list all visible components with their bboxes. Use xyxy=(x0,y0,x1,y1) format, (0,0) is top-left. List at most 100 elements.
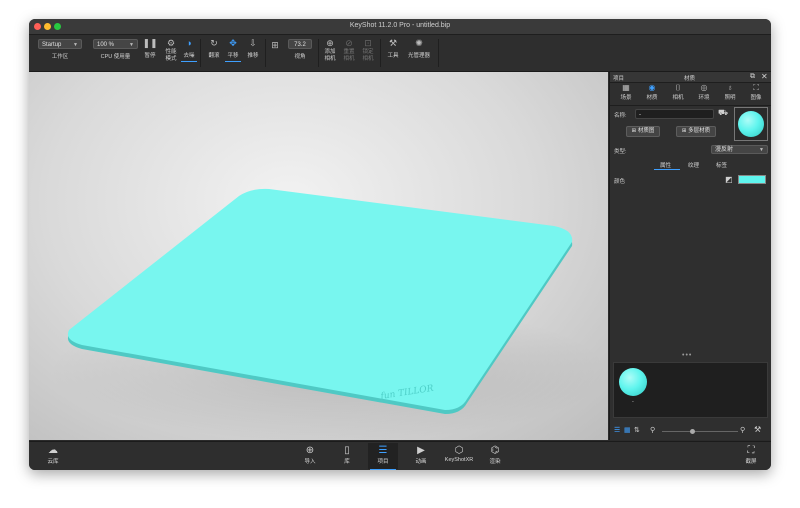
performance-mode-icon: ⚙ xyxy=(166,37,176,48)
render-label: 渲染 xyxy=(489,459,501,465)
material-name-input[interactable]: - xyxy=(635,109,714,119)
lock-camera-button[interactable]: ⊡ 锁定 相机 xyxy=(359,37,377,63)
dolly-button[interactable]: ⇩ 推移 xyxy=(245,37,261,60)
tab-environment[interactable]: ◎ 环境 xyxy=(691,83,717,101)
color-swatch[interactable] xyxy=(738,175,766,184)
import-label: 导入 xyxy=(304,459,316,465)
fov-icon: ⊞ xyxy=(271,39,279,50)
material-preview[interactable] xyxy=(734,107,768,141)
detach-icon[interactable]: ⧉ xyxy=(750,73,755,81)
render-viewport[interactable]: fun TILLOR xyxy=(29,72,608,440)
pan-button[interactable]: ✥ 平移 xyxy=(225,37,241,62)
multi-material-button[interactable]: ⊞ 多层材质 xyxy=(676,126,716,137)
add-camera-button[interactable]: ⊕ 添加 相机 xyxy=(321,37,339,63)
add-camera-label-1: 添加 xyxy=(324,49,336,55)
tab-textures[interactable]: 纹理 xyxy=(688,161,699,169)
tumble-button[interactable]: ↻ 翻滚 xyxy=(206,37,222,60)
toolbar-divider xyxy=(438,39,439,67)
material-icon: ◉ xyxy=(648,83,656,92)
tab-lighting[interactable]: ♁ 照明 xyxy=(717,83,743,101)
tools-icon[interactable]: ⚒ xyxy=(754,425,761,434)
lock-camera-label-1: 锁定 xyxy=(362,49,374,55)
project-button[interactable]: ☰ 项目 xyxy=(368,443,398,470)
denoise-icon: ◑ xyxy=(186,38,192,48)
workspace-select[interactable]: Startup ▼ xyxy=(38,39,82,49)
pause-button[interactable]: ❚❚ 暂停 xyxy=(142,37,157,60)
tab-image[interactable]: ⛶ 图像 xyxy=(743,83,769,101)
tools-button[interactable]: ⚒ 工具 xyxy=(385,37,401,60)
import-button[interactable]: ⊕ 导入 xyxy=(295,445,325,465)
grid-view-icon[interactable]: ▦ xyxy=(624,426,631,434)
tab-scene-label: 场景 xyxy=(620,95,632,101)
animation-button[interactable]: ▶ 动画 xyxy=(406,445,436,465)
tab-camera[interactable]: ⌷ 相机 xyxy=(665,83,691,101)
material-thumbnail[interactable] xyxy=(619,368,647,396)
material-graph-icon: ⊞ xyxy=(631,128,637,134)
tab-properties[interactable]: 属性 xyxy=(660,161,671,169)
reset-camera-label-2: 相机 xyxy=(343,56,355,62)
rotate-icon: ↻ xyxy=(210,37,218,48)
tumble-label: 翻滚 xyxy=(208,53,220,59)
pan-icon: ✥ xyxy=(229,37,237,48)
zoom-in-icon[interactable]: ⚲ xyxy=(740,426,745,434)
sort-icon[interactable]: ⇅ xyxy=(634,426,640,434)
material-graph-label: 材质图 xyxy=(637,128,655,134)
render-icon: ⌬ xyxy=(490,445,500,456)
cloud-icon: ☁ xyxy=(48,445,58,456)
panel-header-project: 项目 xyxy=(613,76,625,82)
pan-label: 平移 xyxy=(227,53,239,59)
fov-label: 视角 xyxy=(294,54,306,60)
material-library-grid: - xyxy=(613,362,768,418)
pause-label: 暂停 xyxy=(144,53,156,59)
type-label: 类型: xyxy=(614,149,627,155)
reset-camera-label-1: 重置 xyxy=(343,49,355,55)
library-button[interactable]: ▯ 库 xyxy=(332,445,362,465)
title-bar: KeyShot 11.2.0 Pro - untitled.bip xyxy=(29,19,771,35)
tab-scene[interactable]: ▦ 场景 xyxy=(613,83,639,101)
render-button[interactable]: ⌬ 渲染 xyxy=(480,445,510,465)
texture-map-icon[interactable]: ◩ xyxy=(725,175,733,184)
reset-camera-icon: ⊘ xyxy=(345,37,353,48)
material-graph-button[interactable]: ⊞ 材质图 xyxy=(626,126,660,137)
material-type-select[interactable]: 漫反射 ▼ xyxy=(711,145,768,154)
reset-camera-button[interactable]: ⊘ 重置 相机 xyxy=(340,37,358,63)
color-label: 颜色 xyxy=(614,179,626,185)
import-icon: ⊕ xyxy=(305,445,315,456)
workspace-label: 工作区 xyxy=(51,54,69,60)
screenshot-button[interactable]: ⛶ 截屏 xyxy=(736,445,766,465)
zoom-out-icon[interactable]: ⚲ xyxy=(650,426,655,434)
tab-lighting-label: 照明 xyxy=(724,95,736,101)
tab-material[interactable]: ◉ 材质 xyxy=(639,83,665,106)
light-manager-button[interactable]: ✺ 光管理器 xyxy=(404,37,434,60)
cpu-usage-select[interactable]: 100 % ▼ xyxy=(93,39,138,49)
list-view-icon[interactable]: ☰ xyxy=(614,426,620,434)
bottom-toolbar: ☁ 云库 ⊕ 导入 ▯ 库 ☰ 项目 ▶ 动画 ⬡ KeyShotXR ⌬ 渲染 xyxy=(29,441,771,470)
workspace-select-value: Startup xyxy=(42,42,62,48)
slider-handle[interactable] xyxy=(690,429,695,434)
toolbar-divider xyxy=(380,39,381,67)
keyshotxr-button[interactable]: ⬡ KeyShotXR xyxy=(442,445,476,463)
tab-camera-label: 相机 xyxy=(672,95,684,101)
keyshotxr-label: KeyShotXR xyxy=(444,457,474,463)
image-icon: ⛶ xyxy=(753,83,759,92)
material-thumbnail-label: - xyxy=(632,399,634,405)
divider xyxy=(610,105,771,106)
save-material-icon[interactable]: ⛟ xyxy=(718,108,728,118)
performance-mode-button[interactable]: ⚙ 性能 模式 xyxy=(161,37,181,63)
tab-labels[interactable]: 标签 xyxy=(716,161,727,169)
main-toolbar: Startup ▼ 工作区 100 % ▼ CPU 使用量 ❚❚ 暂停 ⚙ 性能… xyxy=(29,35,771,72)
viewport-canvas: fun TILLOR xyxy=(49,188,608,440)
drag-handle-icon[interactable]: ••• xyxy=(682,352,692,359)
close-icon[interactable]: ✕ xyxy=(761,72,768,81)
thumbnail-size-slider[interactable] xyxy=(662,431,738,432)
toolbar-divider xyxy=(200,39,201,67)
animation-label: 动画 xyxy=(415,459,427,465)
window-title: KeyShot 11.2.0 Pro - untitled.bip xyxy=(349,22,451,29)
cloud-library-button[interactable]: ☁ 云库 xyxy=(38,445,68,465)
cloud-library-label: 云库 xyxy=(47,459,59,465)
fov-input[interactable]: 73.2 xyxy=(288,39,312,49)
denoise-button[interactable]: ◑ 去噪 xyxy=(181,37,197,62)
chevron-down-icon: ▼ xyxy=(73,42,78,48)
dolly-label: 推移 xyxy=(247,53,259,59)
screenshot-label: 截屏 xyxy=(745,459,757,465)
